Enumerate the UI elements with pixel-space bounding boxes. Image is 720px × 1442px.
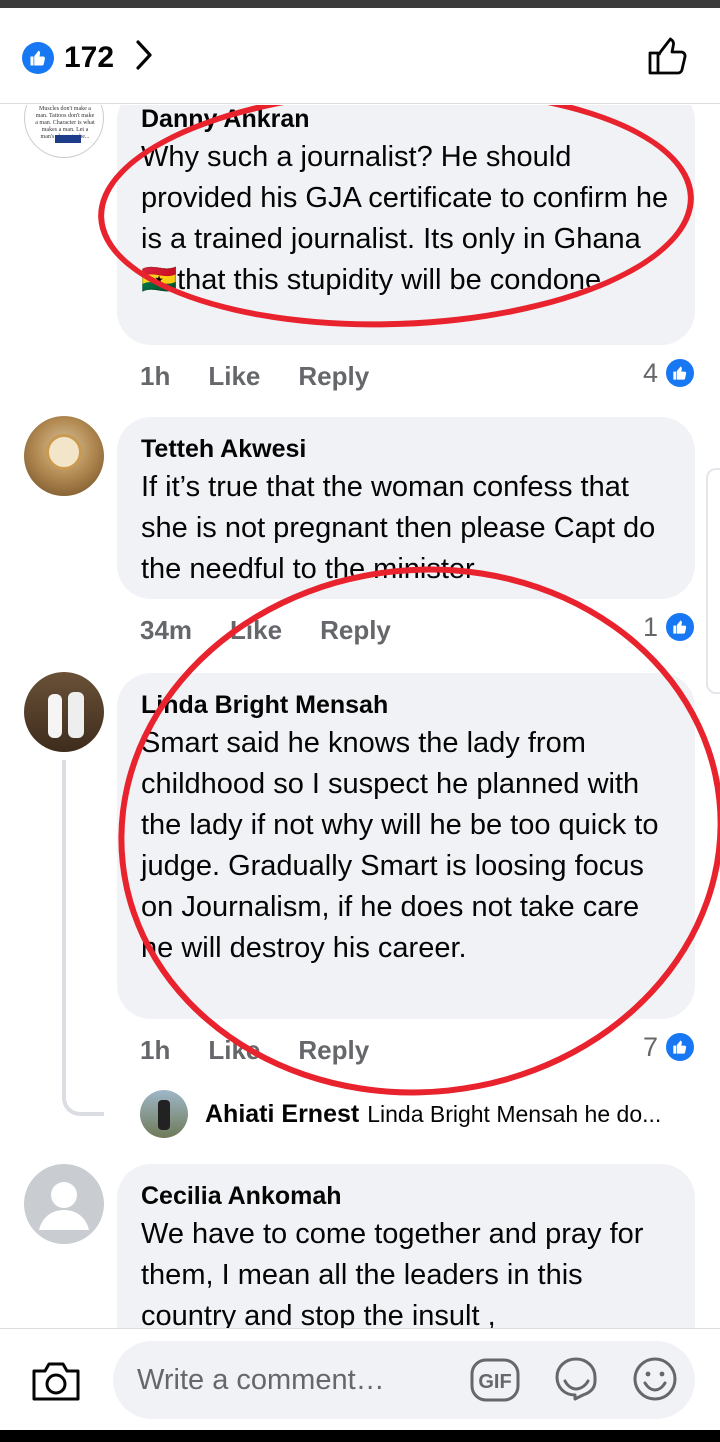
avatar[interactable] — [24, 1164, 104, 1244]
smiley-icon — [633, 1357, 677, 1401]
reactions-summary[interactable]: 172 — [22, 38, 154, 77]
sticker-button[interactable] — [551, 1353, 601, 1410]
comment-composer: Write a comment… GIF — [0, 1328, 720, 1430]
reaction-count-number: 4 — [642, 357, 658, 388]
comment-author[interactable]: Tetteh Akwesi — [141, 433, 671, 465]
comment-time: 1h — [140, 1035, 171, 1065]
like-button[interactable]: Like — [230, 615, 282, 646]
comment-text: Smart said he knows the lady from childh… — [141, 727, 659, 964]
reaction-count-number: 1 — [642, 611, 658, 642]
like-reaction-icon — [22, 41, 54, 74]
avatar[interactable] — [24, 672, 104, 752]
default-avatar-icon — [39, 1182, 89, 1230]
comment-time: 1h — [140, 361, 171, 391]
comment-bubble[interactable]: Danny Ankran Why such a journalist? He s… — [117, 105, 695, 345]
reply-author[interactable]: Ahiati Ernest — [205, 1100, 359, 1129]
avatar[interactable]: Muscles don't make a man. Tattoos don't … — [24, 105, 104, 158]
comment-actions: 34m Like Reply — [140, 615, 429, 646]
comment-actions: 1h Like Reply — [140, 361, 407, 392]
comment-text: We have to come together and pray for th… — [141, 1218, 644, 1328]
reaction-count[interactable]: 1 — [643, 611, 696, 643]
sticker-icon — [555, 1357, 597, 1401]
comment-input-placeholder: Write a comment… — [137, 1364, 385, 1396]
like-reaction-icon — [664, 357, 696, 389]
reaction-count-number: 7 — [642, 1031, 658, 1062]
comment-author[interactable]: Linda Bright Mensah — [141, 689, 671, 721]
like-reaction-icon — [664, 611, 696, 643]
comment-text: Why such a journalist? He should provide… — [141, 141, 669, 296]
like-post-button[interactable] — [646, 34, 690, 83]
reaction-count[interactable]: 7 — [643, 1031, 696, 1063]
reply-button[interactable]: Reply — [298, 1035, 369, 1066]
like-button[interactable]: Like — [208, 1035, 260, 1066]
reply-button[interactable]: Reply — [298, 361, 369, 392]
avatar[interactable] — [140, 1090, 188, 1138]
thread-connector — [62, 1090, 104, 1116]
comment-input[interactable]: Write a comment… GIF — [113, 1341, 695, 1419]
reactions-header: 172 — [0, 8, 720, 104]
comment-bubble[interactable]: Cecilia Ankomah We have to come together… — [117, 1164, 695, 1328]
like-count: 172 — [64, 40, 115, 74]
chevron-right-icon[interactable] — [134, 38, 154, 77]
comment-list: Muscles don't make a man. Tattoos don't … — [0, 105, 720, 1328]
comment-time: 34m — [140, 615, 193, 645]
camera-button[interactable] — [30, 1359, 82, 1408]
comment-bubble[interactable]: Tetteh Akwesi If it’s true that the woma… — [117, 417, 695, 599]
floating-side-tab[interactable] — [706, 468, 720, 694]
comment-actions: 1h Like Reply — [140, 1035, 407, 1066]
comment-text: If it’s true that the woman confess that… — [141, 471, 656, 585]
gif-icon: GIF — [470, 1358, 520, 1402]
avatar[interactable] — [24, 416, 104, 496]
svg-text:GIF: GIF — [478, 1371, 511, 1393]
thread-line — [62, 760, 66, 1100]
comment-bubble[interactable]: Linda Bright Mensah Smart said he knows … — [117, 673, 695, 1019]
like-button[interactable]: Like — [208, 361, 260, 392]
thumbs-up-outline-icon — [648, 37, 687, 75]
reply-button[interactable]: Reply — [320, 615, 391, 646]
comment-author[interactable]: Cecilia Ankomah — [141, 1180, 671, 1212]
reply-snippet: Linda Bright Mensah he do... — [367, 1100, 662, 1127]
reaction-count[interactable]: 4 — [643, 357, 696, 389]
emoji-button[interactable] — [631, 1355, 679, 1408]
camera-icon — [32, 1362, 80, 1401]
reply-preview[interactable]: Ahiati Ernest Linda Bright Mensah he do.… — [140, 1090, 661, 1138]
gif-button[interactable]: GIF — [469, 1357, 521, 1408]
navigation-bar — [0, 1430, 720, 1442]
comment-author[interactable]: Danny Ankran — [141, 105, 671, 135]
like-reaction-icon — [664, 1031, 696, 1063]
status-bar — [0, 0, 720, 8]
